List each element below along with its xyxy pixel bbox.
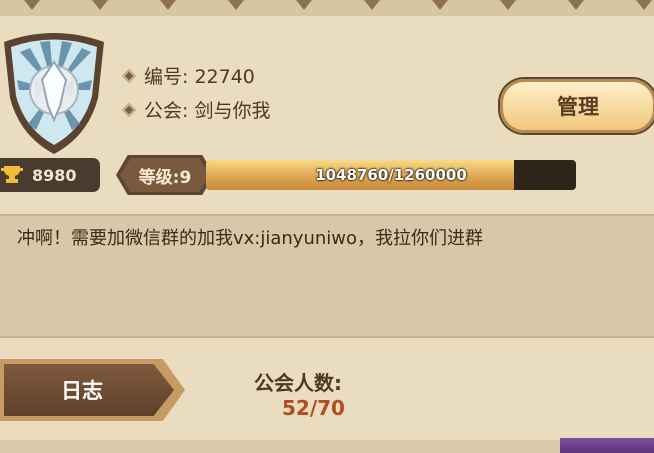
manage-button[interactable]: 管理: [500, 79, 654, 133]
guild-id-label: 编号:: [144, 66, 189, 88]
diamond-bullet-icon: [121, 68, 137, 83]
member-count-value: 52/70: [282, 396, 345, 420]
guild-id-value: 22740: [194, 66, 255, 88]
trim-ornament: [92, 0, 108, 10]
level-badge: 等级:9: [120, 158, 210, 192]
trim-ornament: [636, 0, 652, 10]
trim-ornament: [364, 0, 380, 10]
trim-ornament: [500, 0, 516, 10]
guild-id-row: 编号: 22740: [121, 62, 255, 89]
guild-exp-bar: 1048760/1260000: [206, 160, 576, 190]
log-button-label: 日志: [4, 364, 174, 416]
trophy-count: 8980: [32, 165, 77, 185]
guild-crest-icon[interactable]: [0, 28, 108, 156]
trim-ornament: [296, 0, 312, 10]
guild-exp-text: 1048760/1260000: [315, 166, 467, 184]
member-count-label: 公会人数:: [254, 371, 342, 395]
announcement-text: 冲啊！需要加微信群的加我vx:jianyuniwo，我拉你们进群: [17, 228, 484, 249]
trim-ornament: [228, 0, 244, 10]
trim-ornament: [160, 0, 176, 10]
trophy-icon: [1, 166, 23, 183]
trim-ornament: [568, 0, 584, 10]
trim-ornament: [24, 0, 40, 10]
guild-name-value: 剑与你我: [194, 100, 271, 122]
corner-decoration: [560, 438, 654, 453]
diamond-bullet-icon: [121, 102, 137, 117]
trim-ornament: [432, 0, 448, 10]
bottom-strip: [0, 440, 654, 453]
trophy-counter: 8980: [0, 158, 100, 192]
guild-name-row: 公会: 剑与你我: [121, 96, 271, 123]
log-button[interactable]: 日志: [0, 359, 185, 421]
guild-name-label: 公会:: [144, 100, 189, 122]
top-border-trim: [0, 0, 654, 16]
